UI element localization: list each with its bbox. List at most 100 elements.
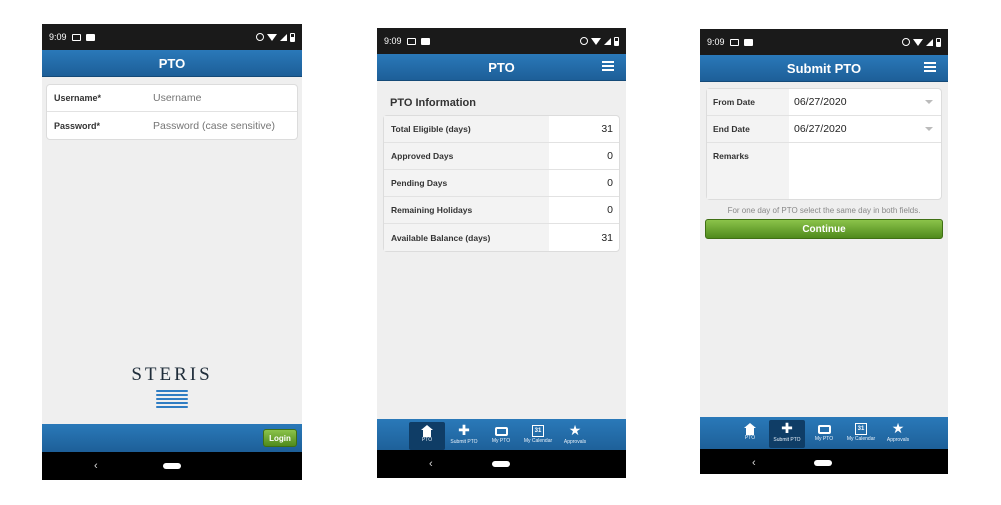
wifi-icon [913, 38, 923, 46]
status-time: 9:09 [707, 37, 725, 47]
image-icon [420, 37, 430, 45]
password-input[interactable] [150, 119, 297, 132]
home-pill-icon[interactable] [163, 463, 181, 469]
star-icon: ★ [568, 422, 582, 438]
wifi-icon [591, 37, 601, 45]
tab-pto[interactable]: PTO [732, 420, 768, 448]
login-screen: 9:09 PTO Username* Password* STERIS Logi… [42, 24, 302, 480]
continue-button[interactable]: Continue [705, 219, 943, 239]
chevron-down-icon [925, 127, 933, 131]
page-header: PTO [377, 54, 626, 81]
waves-icon [156, 390, 188, 408]
tab-my-calendar[interactable]: 31 My Calendar [520, 422, 556, 450]
back-icon[interactable]: ‹ [752, 457, 756, 469]
password-row: Password* [47, 112, 297, 139]
back-icon[interactable]: ‹ [429, 458, 433, 470]
battery-icon [290, 32, 295, 42]
username-input[interactable] [150, 92, 297, 104]
tab-pto[interactable]: PTO [409, 422, 445, 450]
remarks-textarea[interactable] [789, 143, 941, 199]
footer-bar: Login [42, 424, 302, 452]
tab-my-calendar[interactable]: 31 My Calendar [843, 420, 879, 448]
table-row: Total Eligible (days) 31 [384, 116, 619, 143]
battery-icon [936, 37, 941, 47]
row-value: 31 [601, 231, 613, 244]
status-bar: 9:09 [700, 29, 948, 55]
tab-approvals[interactable]: ★ Approvals [557, 422, 593, 450]
calendar-icon: 31 [532, 425, 544, 437]
from-date-label: From Date [707, 89, 789, 115]
password-label: Password* [54, 120, 101, 131]
row-label: Approved Days [384, 143, 549, 169]
alarm-icon [580, 37, 588, 45]
status-time: 9:09 [49, 32, 67, 42]
status-time: 9:09 [384, 36, 402, 46]
end-date-label: End Date [707, 116, 789, 142]
image-icon [85, 33, 95, 41]
brand-name: STERIS [131, 364, 213, 385]
row-label: Total Eligible (days) [384, 116, 549, 142]
system-nav-bar: ‹ [700, 449, 948, 474]
home-icon [744, 423, 756, 435]
home-icon [421, 425, 433, 437]
table-row: Pending Days 0 [384, 170, 619, 197]
page-header: Submit PTO [700, 55, 948, 82]
table-row: Available Balance (days) 31 [384, 224, 619, 251]
submit-pto-form: From Date 06/27/2020 End Date 06/27/2020… [706, 88, 942, 200]
steris-logo: STERIS [42, 364, 302, 410]
page-title: Submit PTO [786, 60, 862, 76]
status-bar: 9:09 [42, 24, 302, 50]
end-date-select[interactable]: 06/27/2020 [789, 116, 941, 142]
tab-bar: PTO ✚ Submit PTO My PTO 31 My Calendar ★… [377, 419, 626, 452]
row-label: Pending Days [384, 170, 549, 196]
system-nav-bar: ‹ [42, 452, 302, 480]
image-icon [743, 38, 753, 46]
row-value: 0 [607, 177, 613, 189]
tray-icon [494, 427, 508, 436]
row-label: Available Balance (days) [384, 224, 549, 251]
section-title: PTO Information [390, 97, 476, 109]
row-value: 0 [607, 204, 613, 216]
login-button[interactable]: Login [263, 429, 297, 447]
tab-my-pto[interactable]: My PTO [483, 422, 519, 450]
tab-bar: PTO ✚ Submit PTO My PTO 31 My Calendar ★… [700, 417, 948, 450]
end-date-row: End Date 06/27/2020 [707, 116, 941, 143]
from-date-select[interactable]: 06/27/2020 [789, 89, 941, 115]
tray-icon [817, 425, 831, 434]
from-date-row: From Date 06/27/2020 [707, 89, 941, 116]
tab-my-pto[interactable]: My PTO [806, 420, 842, 448]
back-icon[interactable]: ‹ [94, 460, 98, 472]
page-title: PTO [488, 59, 515, 75]
table-row: Remaining Holidays 0 [384, 197, 619, 224]
tab-approvals[interactable]: ★ Approvals [880, 420, 916, 448]
plus-icon: ✚ [781, 420, 793, 436]
row-value: 31 [601, 123, 613, 135]
notification-icon [729, 38, 739, 46]
page-header: PTO [42, 50, 302, 77]
menu-icon[interactable] [924, 62, 936, 73]
page-title: PTO [158, 55, 186, 71]
home-pill-icon[interactable] [814, 460, 832, 466]
notification-icon [406, 37, 416, 45]
username-label: Username* [54, 93, 102, 103]
end-date-value: 06/27/2020 [794, 123, 847, 135]
tab-submit-pto[interactable]: ✚ Submit PTO [769, 420, 805, 448]
calendar-icon: 31 [855, 423, 867, 435]
date-hint: For one day of PTO select the same day i… [727, 206, 921, 215]
home-pill-icon[interactable] [492, 461, 510, 467]
chevron-down-icon [925, 100, 933, 104]
alarm-icon [256, 33, 264, 41]
table-row: Approved Days 0 [384, 143, 619, 170]
tab-submit-pto[interactable]: ✚ Submit PTO [446, 422, 482, 450]
signal-icon [280, 33, 287, 41]
plus-icon: ✚ [458, 422, 470, 438]
notification-icon [71, 33, 81, 41]
row-label: Remaining Holidays [384, 197, 549, 223]
signal-icon [926, 38, 933, 46]
system-nav-bar: ‹ [377, 450, 626, 478]
menu-icon[interactable] [602, 61, 614, 72]
star-icon: ★ [891, 420, 905, 436]
from-date-value: 06/27/2020 [794, 96, 847, 108]
submit-pto-screen: 9:09 Submit PTO From Date 06/27/2020 End… [700, 29, 948, 474]
login-form: Username* Password* [46, 84, 298, 140]
